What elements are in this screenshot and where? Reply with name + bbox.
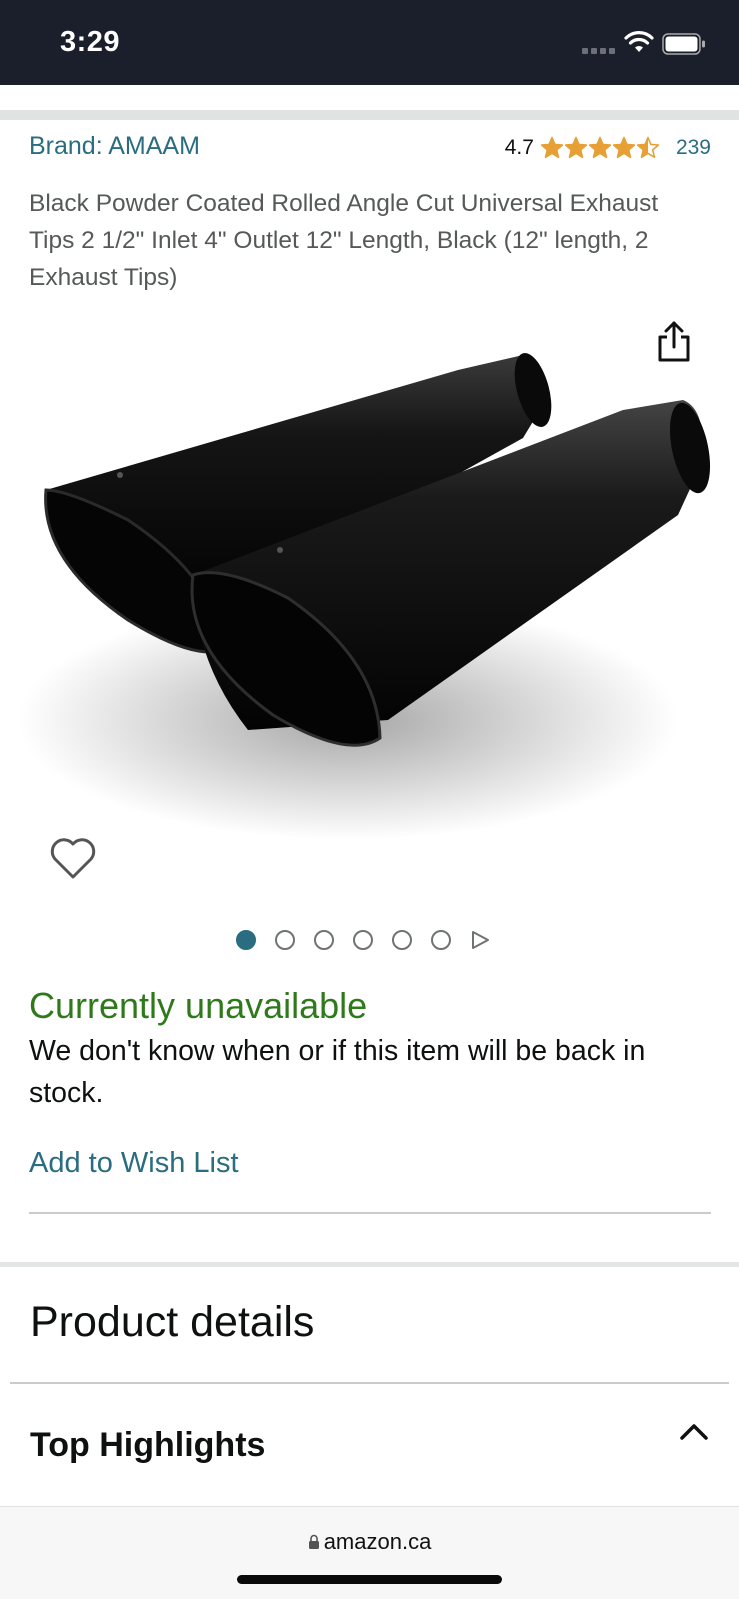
star-full-icon (564, 136, 588, 159)
star-full-icon (612, 136, 636, 159)
divider (10, 1382, 729, 1384)
carousel-dot[interactable] (431, 930, 451, 950)
rating-summary[interactable]: 4.7 239 (505, 136, 711, 160)
section-separator (0, 1262, 739, 1267)
status-time: 3:29 (60, 26, 121, 58)
product-image[interactable] (18, 330, 723, 850)
play-video-icon[interactable] (470, 930, 490, 950)
add-to-wishlist-link[interactable]: Add to Wish List (29, 1147, 239, 1180)
status-bar: 3:29 (0, 0, 739, 85)
share-icon[interactable] (654, 320, 694, 364)
brand-link[interactable]: Brand: AMAAM (29, 132, 200, 161)
divider (29, 1212, 711, 1214)
header-separator (0, 110, 739, 120)
star-full-icon (588, 136, 612, 159)
lock-icon (308, 1534, 319, 1549)
brand-rating-row: Brand: AMAAM 4.7 239 (29, 130, 711, 166)
stock-message: We don't know when or if this item will … (29, 1035, 646, 1109)
cellular-signal-icon (582, 48, 615, 54)
review-count-link[interactable]: 239 (676, 136, 711, 160)
carousel-dot[interactable] (275, 930, 295, 950)
product-title: Black Powder Coated Rolled Angle Cut Uni… (29, 190, 659, 291)
carousel-dot[interactable] (392, 930, 412, 950)
browser-address-bar[interactable]: amazon.ca (0, 1506, 739, 1599)
image-carousel-dots (236, 930, 490, 950)
star-half-icon (636, 136, 660, 159)
top-highlights-toggle[interactable]: Top Highlights (0, 1400, 739, 1495)
home-indicator[interactable] (237, 1575, 502, 1584)
star-full-icon (540, 136, 564, 159)
carousel-dot[interactable] (353, 930, 373, 950)
heart-icon[interactable] (48, 834, 98, 882)
carousel-dot[interactable] (236, 930, 256, 950)
availability-status: Currently unavailable (29, 985, 368, 1026)
rating-value: 4.7 (504, 136, 534, 159)
star-rating (540, 136, 660, 160)
url-text: amazon.ca (323, 1529, 432, 1554)
carousel-dot[interactable] (314, 930, 334, 950)
chevron-up-icon[interactable] (678, 1420, 710, 1444)
battery-icon (662, 33, 705, 55)
product-details-heading: Product details (30, 1298, 315, 1346)
url-display[interactable]: amazon.ca (0, 1529, 739, 1555)
wifi-icon (624, 31, 654, 52)
top-highlights-label: Top Highlights (30, 1426, 266, 1464)
